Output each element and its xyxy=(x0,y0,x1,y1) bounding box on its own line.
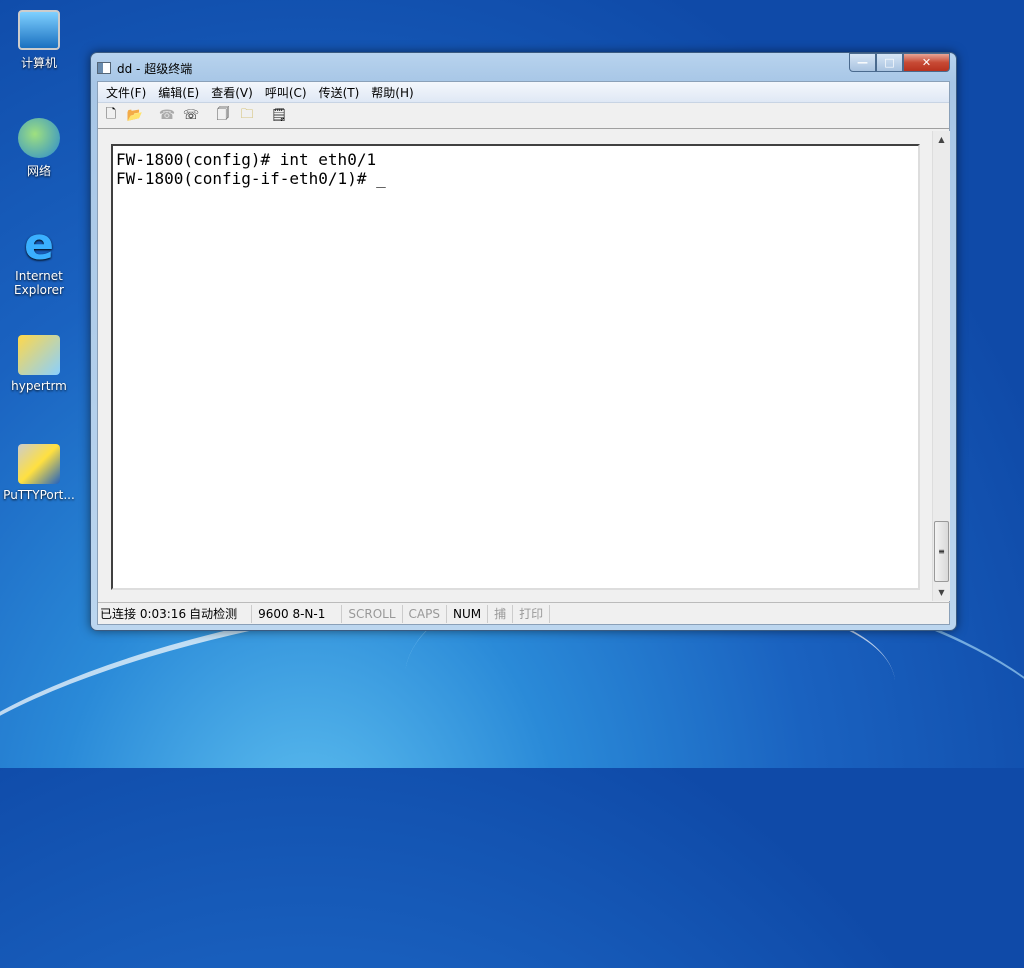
menu-edit[interactable]: 编辑(E) xyxy=(152,84,205,101)
scroll-down-icon[interactable]: ▼ xyxy=(933,584,950,601)
hyperterminal-window: dd - 超级终端 — □ ✕ 文件(F) 编辑(E) 查看(V) 呼叫(C) … xyxy=(90,52,957,631)
open-icon[interactable]: 📂 xyxy=(126,108,144,124)
status-caps: CAPS xyxy=(403,604,447,623)
close-button[interactable]: ✕ xyxy=(903,53,950,72)
icon-label: 网络 xyxy=(26,164,51,178)
status-port: 9600 8-N-1 xyxy=(252,604,343,623)
scroll-up-icon[interactable]: ▲ xyxy=(933,131,950,148)
status-scroll: SCROLL xyxy=(342,604,403,623)
terminal-line: FW-1800(config)# int eth0/1 xyxy=(116,150,377,169)
call-icon[interactable]: ☎ xyxy=(158,108,176,124)
disconnect-icon[interactable]: ☏ xyxy=(182,108,200,124)
minimize-button[interactable]: — xyxy=(849,53,876,72)
menu-transfer[interactable]: 传送(T) xyxy=(313,84,366,101)
terminal-line: FW-1800(config-if-eth0/1)# _ xyxy=(116,169,386,188)
status-detect: 自动检测 xyxy=(189,604,253,623)
desktop-icon-putty[interactable]: PuTTYPort... xyxy=(2,444,76,502)
network-icon xyxy=(18,118,60,158)
menu-help[interactable]: 帮助(H) xyxy=(365,84,419,101)
status-capture: 捕 xyxy=(488,604,514,623)
status-connected: 已连接 0:03:16 xyxy=(100,606,187,621)
menu-bar: 文件(F) 编辑(E) 查看(V) 呼叫(C) 传送(T) 帮助(H) xyxy=(98,82,949,103)
new-icon[interactable]: 🗋 xyxy=(102,107,120,124)
send-icon[interactable]: 🗍 xyxy=(214,107,232,124)
hypertrm-icon xyxy=(18,335,60,375)
app-icon xyxy=(97,62,111,74)
desktop-icon-computer[interactable]: 计算机 xyxy=(2,10,76,71)
scroll-thumb[interactable]: ≡ xyxy=(934,521,949,582)
window-title: dd - 超级终端 xyxy=(117,61,193,76)
desktop-icon-ie[interactable]: e Internet Explorer xyxy=(2,219,76,298)
icon-label: PuTTYPort... xyxy=(3,488,75,502)
maximize-button[interactable]: □ xyxy=(876,53,903,72)
putty-icon xyxy=(18,444,60,484)
receive-icon[interactable]: 🗀 xyxy=(238,107,256,124)
icon-label: Internet Explorer xyxy=(14,269,64,297)
title-bar[interactable]: dd - 超级终端 xyxy=(97,57,192,79)
status-bar: 已连接 0:03:16 自动检测 9600 8-N-1 SCROLL CAPS … xyxy=(98,602,950,624)
terminal-screen[interactable]: FW-1800(config)# int eth0/1 FW-1800(confi… xyxy=(111,144,920,590)
internet-explorer-icon: e xyxy=(24,219,54,270)
vertical-scrollbar[interactable]: ▲ ≡ ▼ xyxy=(932,131,950,601)
menu-file[interactable]: 文件(F) xyxy=(100,84,152,101)
menu-view[interactable]: 查看(V) xyxy=(205,84,259,101)
computer-icon xyxy=(18,10,60,50)
menu-call[interactable]: 呼叫(C) xyxy=(259,84,313,101)
status-print: 打印 xyxy=(513,604,551,623)
toolbar: 🗋 📂 ☎ ☏ 🗍 🗀 🗒 xyxy=(98,103,949,129)
icon-label: hypertrm xyxy=(11,379,67,393)
properties-icon[interactable]: 🗒 xyxy=(270,108,288,124)
desktop-icon-hypertrm[interactable]: hypertrm xyxy=(2,335,76,393)
desktop-icon-network[interactable]: 网络 xyxy=(2,118,76,179)
status-num: NUM xyxy=(447,604,489,623)
icon-label: 计算机 xyxy=(20,56,57,70)
